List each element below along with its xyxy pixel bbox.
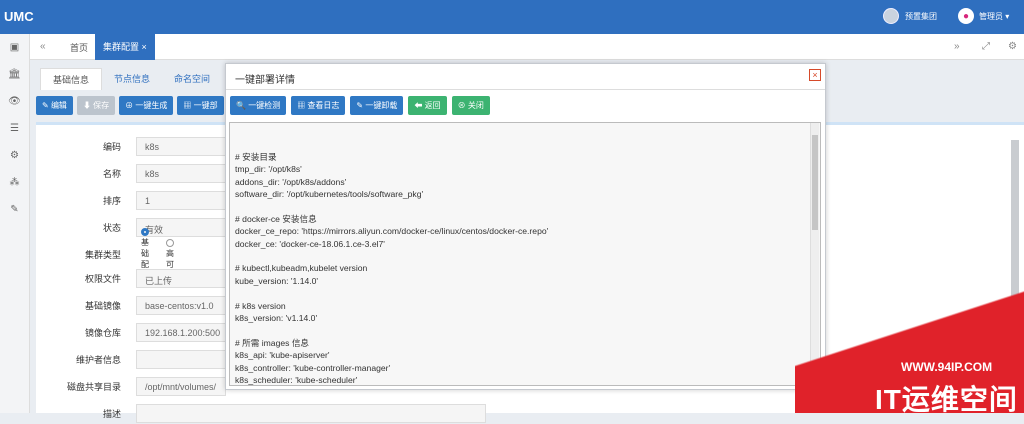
back-label: 返回 [424, 101, 441, 110]
field-label: 集群类型 [84, 249, 121, 260]
toolbar: ✎ 编辑 ⬇ 保存 ⊕ 一键生成 ▦ 一键部 [36, 96, 224, 115]
edit-label: 编辑 [50, 101, 67, 110]
close-button[interactable]: ⊗ 关闭 [451, 96, 490, 115]
generate-button[interactable]: ⊕ 一键生成 [119, 96, 174, 115]
tab-node-info[interactable]: 节点信息 [102, 68, 162, 90]
name-field[interactable]: k8s [136, 164, 226, 183]
generate-label: 一键生成 [135, 101, 168, 110]
field-label: 编码 [102, 141, 121, 152]
field-label: 状态 [102, 222, 121, 233]
field-label: 排序 [102, 195, 121, 206]
user-name: 管理员 ▾ [979, 11, 1010, 21]
tab-cluster-config[interactable]: 集群配置 × [95, 34, 155, 60]
code-field[interactable]: k8s [136, 137, 226, 156]
watermark: WWW.94IP.COM IT运维空间 [795, 290, 1024, 415]
watermark-text: IT运维空间 [875, 384, 1018, 415]
list-icon[interactable]: ☰ [0, 115, 29, 142]
description-field[interactable] [136, 404, 486, 423]
tabs-bar: « 首页 集群配置 × » ⤢ ⚙ [30, 34, 1024, 60]
save-label: 保存 [93, 101, 110, 110]
form-row: 维护者信息 [36, 348, 226, 370]
sidebar: ▣ 🏛 👁 ☰ ⚙ ⁂ ✎ [0, 34, 30, 413]
tab-basic-info[interactable]: 基础信息 [40, 68, 103, 90]
deploy-button[interactable]: ▦ 一键部 [177, 96, 224, 115]
modal-title: 一键部署详情 [226, 64, 825, 90]
field-label: 权限文件 [84, 273, 121, 284]
field-label: 镜像仓库 [84, 327, 121, 338]
deploy-detail-modal: 一键部署详情 × 🔍 一键检测 ▦ 查看日志 ✎ 一键卸载 ⬅ 返回 ⊗ 关闭 … [225, 63, 826, 390]
close-label: 关闭 [467, 101, 484, 110]
config-text: # 安装目录 tmp_dir: '/opt/k8s' addons_dir: '… [235, 151, 549, 386]
radio-ha-label: 高可 [166, 248, 174, 269]
back-button[interactable]: ⬅ 返回 [408, 96, 447, 115]
org-name: 预置集团 [905, 11, 937, 21]
avatar [883, 8, 899, 24]
tab-home[interactable]: 首页 [70, 41, 88, 54]
tabs-scroll-right-icon[interactable]: » [954, 41, 960, 52]
watermark-site: WWW.94IP.COM [901, 360, 993, 374]
user-menu[interactable]: ● 管理员 ▾ [958, 8, 1009, 24]
radio-ha[interactable]: 高可 [166, 239, 177, 270]
tabs-scroll-left-icon[interactable]: « [40, 41, 46, 52]
maintainer-field[interactable] [136, 350, 226, 369]
form-row: 名称 k8s [36, 162, 226, 184]
uninstall-label: 一键卸载 [365, 101, 398, 110]
auth-file-field[interactable]: 已上传 [136, 269, 226, 288]
form-row: 状态 有效 [36, 216, 226, 238]
brand-logo: UMC [4, 9, 34, 24]
form-row: 编码 k8s [36, 135, 226, 157]
form-row: 基础镜像 base-centos:v1.0 [36, 294, 226, 316]
location-pin-icon: ● [958, 8, 974, 24]
view-log-label: 查看日志 [307, 101, 340, 110]
detail-tabs: 基础信息 节点信息 命名空间 标 [40, 68, 255, 90]
top-bar: UMC 预置集团 ● 管理员 ▾ [0, 0, 1024, 34]
field-label: 磁盘共享目录 [66, 381, 121, 392]
base-image-field[interactable]: base-centos:v1.0 [136, 296, 226, 315]
form-row: 集群类型 基础配置 高可 [36, 228, 174, 280]
field-label: 描述 [102, 408, 121, 419]
form-row: 磁盘共享目录/opt/mnt/volumes/ [36, 375, 226, 397]
gear-icon[interactable]: ⚙ [0, 142, 29, 169]
edit-button[interactable]: ✎ 编辑 [36, 96, 73, 115]
deploy-label: 一键部 [193, 101, 218, 110]
field-label: 维护者信息 [75, 354, 121, 365]
wrench-icon[interactable]: ✎ [0, 196, 29, 223]
form-row: 权限文件 已上传 [36, 267, 226, 289]
scrollbar-thumb[interactable] [812, 135, 818, 230]
modal-close-icon[interactable]: × [809, 69, 821, 81]
layout-icon[interactable]: ▣ [0, 34, 29, 61]
check-button[interactable]: 🔍 一键检测 [230, 96, 287, 115]
settings-icon[interactable]: ⚙ [1008, 41, 1017, 52]
bank-icon[interactable]: 🏛 [0, 61, 29, 88]
uninstall-button[interactable]: ✎ 一键卸载 [350, 96, 404, 115]
field-label: 名称 [102, 168, 121, 179]
eye-icon[interactable]: 👁 [0, 88, 29, 115]
share-dir-field[interactable]: /opt/mnt/volumes/ [136, 377, 226, 396]
org-switcher[interactable]: 预置集团 [883, 8, 937, 24]
form-row: 镜像仓库 192.168.1.200:500 [36, 321, 226, 343]
order-field[interactable]: 1 [136, 191, 226, 210]
check-label: 一键检测 [248, 101, 281, 110]
form-row: 描述 [36, 402, 486, 424]
tab-namespace[interactable]: 命名空间 [162, 68, 222, 90]
fullscreen-icon[interactable]: ⤢ [982, 41, 990, 52]
save-button[interactable]: ⬇ 保存 [76, 96, 116, 115]
view-log-button[interactable]: ▦ 查看日志 [291, 96, 346, 115]
form-row: 排序 1 [36, 189, 226, 211]
field-label: 基础镜像 [84, 300, 121, 311]
registry-field[interactable]: 192.168.1.200:500 [136, 323, 226, 342]
modal-toolbar: 🔍 一键检测 ▦ 查看日志 ✎ 一键卸载 ⬅ 返回 ⊗ 关闭 [230, 96, 490, 115]
deploy-config-textarea[interactable]: # 安装目录 tmp_dir: '/opt/k8s' addons_dir: '… [229, 122, 821, 386]
sitemap-icon[interactable]: ⁂ [0, 169, 29, 196]
